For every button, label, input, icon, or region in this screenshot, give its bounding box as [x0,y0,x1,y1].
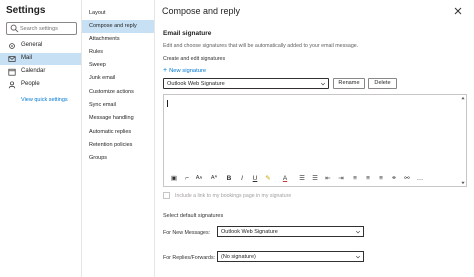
delete-button[interactable]: Delete [368,78,397,89]
calendar-icon [8,68,16,76]
category-people[interactable]: People [0,79,81,91]
rename-button[interactable]: Rename [333,78,365,89]
subnav-rules[interactable]: Rules [82,46,154,59]
unlink-icon[interactable]: ⚯ [403,174,411,183]
more-icon[interactable]: … [416,174,424,183]
subnav-label: Compose and reply [89,23,137,29]
view-quick-settings-link[interactable]: View quick settings [21,97,68,103]
new-messages-value: Outlook Web Signature [221,229,278,235]
subnav-message-handling[interactable]: Message handling [82,112,154,125]
settings-sidebar: Settings General Mail Calendar People Vi… [0,0,82,277]
chevron-down-icon [320,82,326,86]
new-messages-label: For New Messages: [163,230,211,236]
subnav-groups[interactable]: Groups [82,152,154,165]
subnav-layout[interactable]: Layout [82,7,154,20]
new-signature-label: New signature [169,68,207,74]
replies-forwards-select[interactable]: (No signature) [217,251,364,262]
subnav-label: Groups [89,155,108,161]
subnav-label: Sync email [89,102,116,108]
subnav-label: Automatic replies [89,129,132,135]
subnav-label: Message handling [89,115,134,121]
default-signatures-heading: Select default signatures [163,213,224,219]
text-cursor [167,100,168,107]
category-label: Mail [21,55,33,61]
compose-reply-panel: Compose and reply Email signature Edit a… [156,0,474,277]
align-center-icon[interactable]: ≡ [364,174,372,183]
replies-forwards-label: For Replies/Forwards: [163,255,216,261]
font-color-icon[interactable]: A [281,174,289,183]
subnav-junk-email[interactable]: Junk email [82,72,154,85]
subnav-sync-email[interactable]: Sync email [82,99,154,112]
subnav-label: Sweep [89,62,106,68]
subnav-retention-policies[interactable]: Retention policies [82,139,154,152]
subnav-label: Customize actions [89,89,134,95]
signature-description: Edit and choose signatures that will be … [163,43,359,49]
subnav-automatic-replies[interactable]: Automatic replies [82,126,154,139]
numbering-icon[interactable]: ☰ [311,174,319,183]
new-messages-select[interactable]: Outlook Web Signature [217,226,364,237]
category-mail[interactable]: Mail [0,53,81,65]
paint-icon[interactable]: ⌐ [183,174,191,183]
subnav-customize-actions[interactable]: Customize actions [82,86,154,99]
category-label: General [21,42,43,48]
decrease-indent-icon[interactable]: ⇤ [324,174,332,183]
bookings-checkbox-label: Include a link to my bookings page in my… [175,193,292,199]
text-size-icon[interactable]: Aᴬ [210,174,218,183]
italic-icon[interactable]: I [238,174,246,183]
email-signature-heading: Email signature [163,30,212,37]
subnav-attachments[interactable]: Attachments [82,33,154,46]
bullets-icon[interactable]: ☰ [298,174,306,183]
create-edit-label: Create and edit signatures [163,56,226,62]
image-icon[interactable]: ▣ [170,174,178,183]
page-title: Compose and reply [162,6,241,16]
link-icon[interactable]: ⚭ [390,174,398,183]
search-icon [10,24,19,33]
category-calendar[interactable]: Calendar [0,66,81,78]
subnav-label: Junk email [89,75,116,81]
bookings-checkbox[interactable] [163,192,170,199]
subnav-compose-and-reply[interactable]: Compose and reply [82,20,154,33]
align-right-icon[interactable]: ≡ [377,174,385,183]
signature-select-value: Outlook Web Signature [167,81,225,87]
highlight-icon[interactable]: ✎ [264,174,272,183]
formatting-toolbar: ▣ ⌐ Aᴀ Aᴬ B I U ✎ A ☰ ☰ ⇤ ⇥ ≡ ≡ ≡ ⚭ ⚯ … [163,172,467,186]
gear-icon [9,43,15,49]
subnav-label: Retention policies [89,142,133,148]
font-size-icon[interactable]: Aᴀ [195,174,203,183]
search-input[interactable] [20,24,75,34]
scroll-up-icon[interactable] [461,96,465,100]
replies-forwards-value: (No signature) [221,254,256,260]
close-icon[interactable] [453,6,463,16]
increase-indent-icon[interactable]: ⇥ [337,174,345,183]
new-signature-button[interactable]: + New signature [163,67,206,74]
subnav-label: Layout [89,10,106,16]
subnav-label: Attachments [89,36,120,42]
subnav-label: Rules [89,49,104,55]
subnav-sweep[interactable]: Sweep [82,59,154,72]
mail-icon [8,56,16,62]
category-general[interactable]: General [0,40,81,52]
chevron-down-icon [355,255,361,259]
category-label: Calendar [21,68,46,74]
settings-title: Settings [6,5,46,16]
underline-icon[interactable]: U [251,174,259,183]
people-icon [8,81,16,89]
bold-icon[interactable]: B [225,174,233,183]
mail-settings-nav: Layout Compose and reply Attachments Rul… [82,0,155,277]
chevron-down-icon [355,230,361,234]
align-left-icon[interactable]: ≡ [351,174,359,183]
category-label: People [21,81,40,87]
plus-icon: + [163,67,168,74]
signature-select[interactable]: Outlook Web Signature [163,78,329,89]
settings-search-box[interactable] [6,22,77,35]
